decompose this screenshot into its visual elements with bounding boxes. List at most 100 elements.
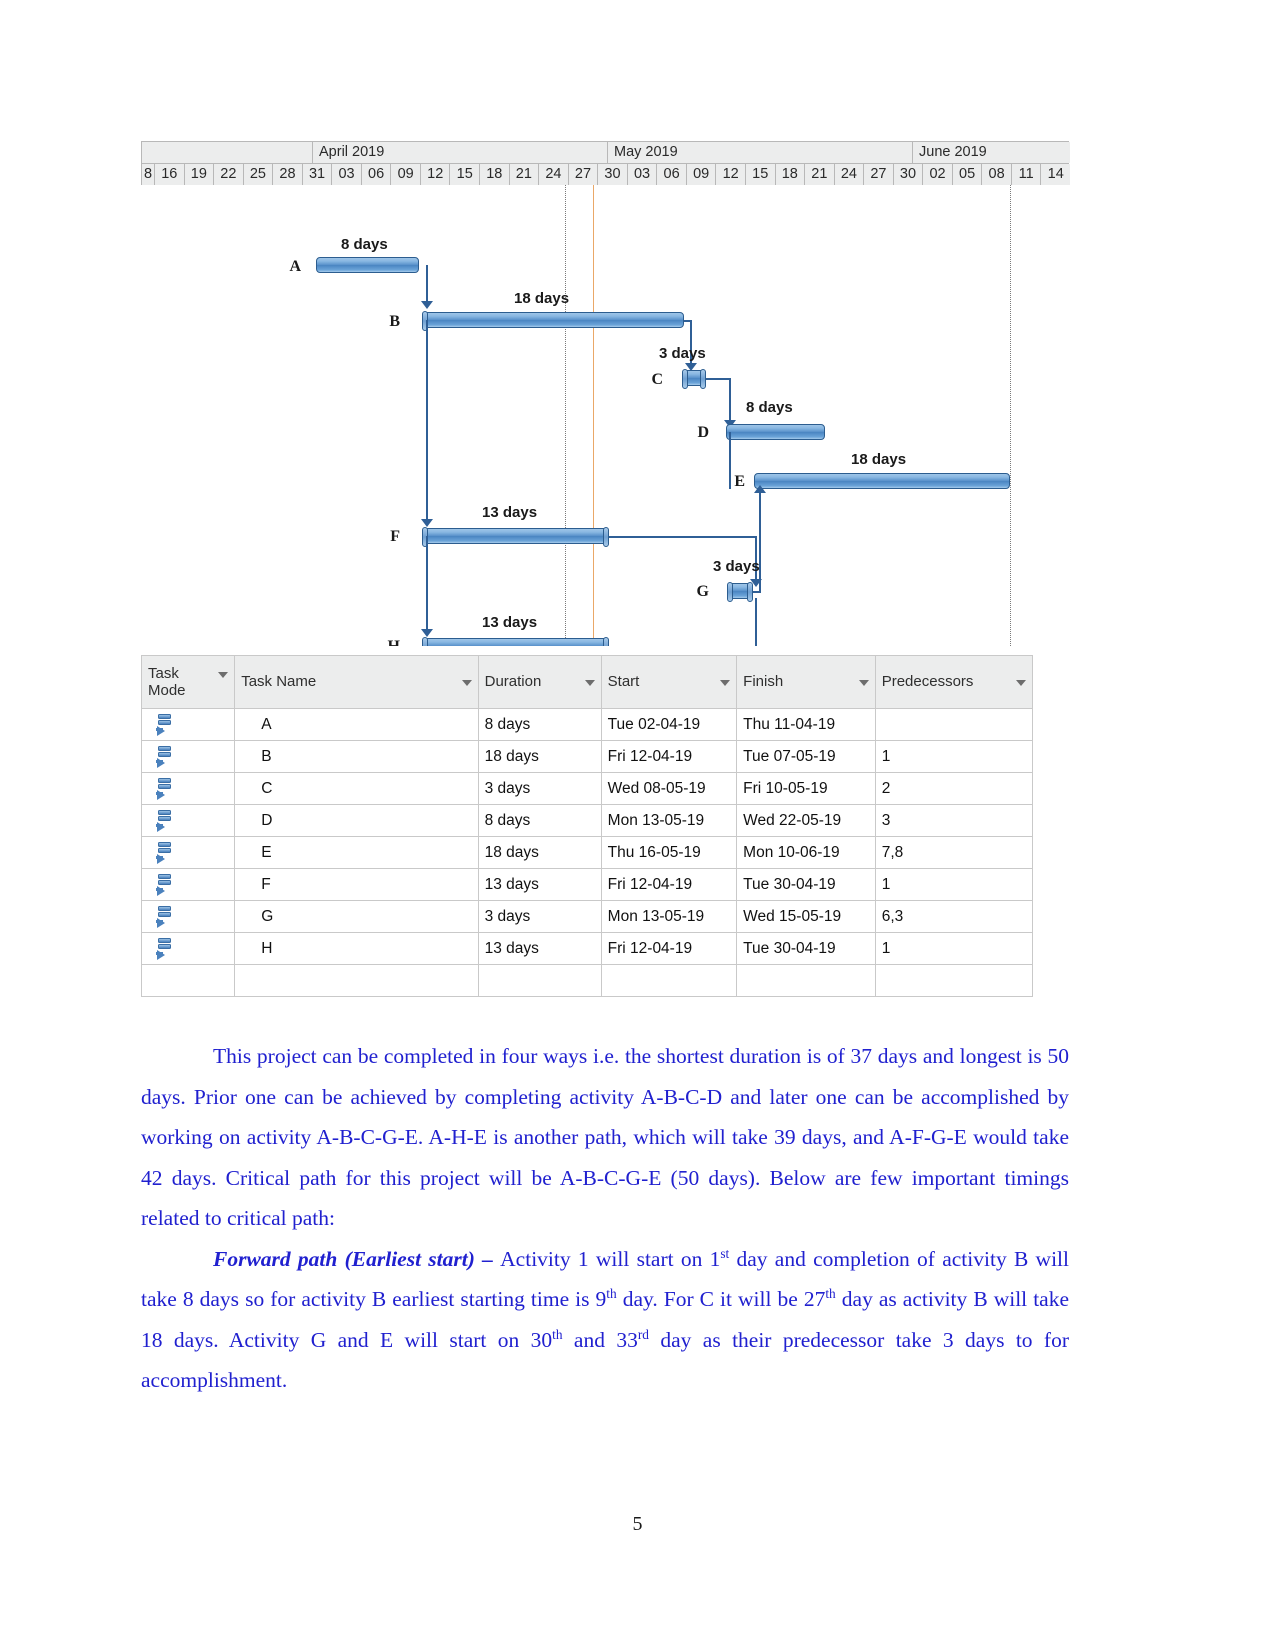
cell-predecessors[interactable]: 1 [874, 740, 1034, 773]
gantt-bar-e[interactable] [754, 473, 1010, 489]
cell-duration[interactable]: 8 days [477, 804, 602, 837]
cell-predecessors[interactable]: 7,8 [874, 836, 1034, 869]
cell-duration[interactable]: 18 days [477, 740, 602, 773]
cell-task-mode[interactable] [140, 868, 236, 901]
cell-task-name[interactable]: F [234, 868, 479, 901]
cell-predecessors[interactable]: 6,3 [874, 900, 1034, 933]
column-header-duration[interactable]: Duration [477, 655, 602, 709]
cell-start[interactable]: Fri 12-04-19 [600, 868, 738, 901]
cell-start[interactable]: Thu 16-05-19 [600, 836, 738, 869]
gantt-bar-a[interactable] [316, 257, 419, 273]
cell-finish[interactable]: Tue 30-04-19 [736, 868, 876, 901]
column-header-predecessors-label: Predecessors [881, 673, 974, 691]
table-row[interactable]: A8 days Tue 02-04-19 Thu 11-04-19 [140, 708, 1034, 741]
chevron-down-icon[interactable] [720, 680, 731, 687]
column-header-task-name[interactable]: Task Name [234, 655, 479, 709]
auto-schedule-icon[interactable] [156, 809, 176, 832]
cell-finish[interactable]: Thu 11-04-19 [736, 708, 876, 741]
chevron-down-icon[interactable] [858, 680, 869, 687]
gantt-link-c-d-horizontal [706, 378, 730, 380]
cell-start[interactable]: Tue 02-04-19 [600, 708, 738, 741]
cell-start[interactable]: Wed 08-05-19 [600, 772, 738, 805]
column-header-task-name-label: Task Name [241, 673, 317, 691]
chevron-down-icon[interactable] [218, 671, 229, 678]
timeline-day-tick: 27 [863, 164, 893, 185]
cell-task-name[interactable]: B [234, 740, 479, 773]
cell-finish[interactable]: Tue 30-04-19 [736, 932, 876, 965]
table-row[interactable]: C3 days Wed 08-05-19 Fri 10-05-19 2 [140, 772, 1034, 805]
cell-start[interactable]: Mon 13-05-19 [600, 804, 738, 837]
cell-predecessors[interactable]: 1 [874, 868, 1034, 901]
cell-finish[interactable]: Wed 22-05-19 [736, 804, 876, 837]
table-row[interactable]: H 13 days Fri 12-04-19 Tue 30-04-19 1 [140, 932, 1034, 965]
cell-task-mode[interactable] [140, 772, 236, 805]
cell-duration[interactable] [477, 964, 602, 997]
cell-duration[interactable]: 18 days [477, 836, 602, 869]
auto-schedule-icon-bar-top [158, 777, 171, 783]
cell-predecessors[interactable] [874, 708, 1034, 741]
cell-predecessors[interactable]: 1 [874, 932, 1034, 965]
chevron-down-icon[interactable] [461, 680, 472, 687]
auto-schedule-icon[interactable] [156, 937, 176, 960]
cell-duration[interactable]: 13 days [477, 868, 602, 901]
cell-start[interactable]: Fri 12-04-19 [600, 740, 738, 773]
cell-task-name[interactable]: C [234, 772, 479, 805]
auto-schedule-icon[interactable] [156, 745, 176, 768]
cell-task-name[interactable]: D [234, 804, 479, 837]
table-row[interactable]: G3 days Mon 13-05-19 Wed 15-05-19 6,3 [140, 900, 1034, 933]
cell-start[interactable]: Mon 13-05-19 [600, 900, 738, 933]
auto-schedule-icon-arrow-head [157, 725, 165, 736]
cell-start[interactable] [600, 964, 738, 997]
cell-finish[interactable]: Wed 15-05-19 [736, 900, 876, 933]
table-row[interactable]: E 18 days Thu 16-05-19 Mon 10-06-19 7,8 [140, 836, 1034, 869]
column-header-finish[interactable]: Finish [736, 655, 876, 709]
auto-schedule-icon[interactable] [156, 841, 176, 864]
cell-task-mode[interactable] [140, 964, 236, 997]
gantt-bar-f[interactable] [422, 527, 609, 547]
cell-task-mode[interactable] [140, 804, 236, 837]
auto-schedule-icon-arrow-head [157, 885, 165, 896]
cell-task-mode[interactable] [140, 740, 236, 773]
table-row[interactable]: D8 days Mon 13-05-19 Wed 22-05-19 3 [140, 804, 1034, 837]
cell-task-name[interactable]: G [234, 900, 479, 933]
auto-schedule-icon[interactable] [156, 713, 176, 736]
cell-task-mode[interactable] [140, 900, 236, 933]
cell-predecessors[interactable] [874, 964, 1034, 997]
cell-task-name[interactable]: A [234, 708, 479, 741]
table-row[interactable]: F 13 days Fri 12-04-19 Tue 30-04-19 1 [140, 868, 1034, 901]
cell-finish[interactable]: Fri 10-05-19 [736, 772, 876, 805]
cell-duration[interactable]: 8 days [477, 708, 602, 741]
auto-schedule-icon[interactable] [156, 777, 176, 800]
cell-predecessors[interactable]: 3 [874, 804, 1034, 837]
gantt-bar-c[interactable] [682, 369, 706, 389]
cell-finish[interactable]: Tue 07-05-19 [736, 740, 876, 773]
gantt-bar-g[interactable] [727, 582, 753, 602]
column-header-start[interactable]: Start [600, 655, 738, 709]
column-header-task-mode[interactable]: Task Mode [140, 655, 236, 709]
cell-finish[interactable]: Mon 10-06-19 [736, 836, 876, 869]
table-row[interactable]: B 18 days Fri 12-04-19 Tue 07-05-19 1 [140, 740, 1034, 773]
cell-duration[interactable]: 3 days [477, 900, 602, 933]
cell-task-name[interactable] [234, 964, 479, 997]
auto-schedule-icon[interactable] [156, 873, 176, 896]
cell-task-mode[interactable] [140, 708, 236, 741]
cell-predecessors[interactable]: 2 [874, 772, 1034, 805]
cell-start[interactable]: Fri 12-04-19 [600, 932, 738, 965]
cell-task-mode[interactable] [140, 932, 236, 965]
gantt-bar-d[interactable] [726, 424, 825, 440]
cell-task-name[interactable]: E [234, 836, 479, 869]
chevron-down-icon[interactable] [1016, 680, 1026, 687]
table-row[interactable] [140, 964, 1034, 997]
auto-schedule-icon[interactable] [156, 905, 176, 928]
gantt-bar-b[interactable] [422, 311, 684, 331]
cell-task-name[interactable]: H [234, 932, 479, 965]
cell-duration[interactable]: 3 days [477, 772, 602, 805]
cell-duration[interactable]: 13 days [477, 932, 602, 965]
cell-task-mode[interactable] [140, 836, 236, 869]
gantt-bar-h[interactable] [422, 637, 609, 646]
auto-schedule-icon-arrow-head [157, 853, 165, 864]
table-header-row: Task Mode Task Name Duration Start Finis… [140, 655, 1034, 709]
cell-finish[interactable] [736, 964, 876, 997]
column-header-predecessors[interactable]: Predecessors [874, 655, 1034, 709]
chevron-down-icon[interactable] [584, 680, 595, 687]
